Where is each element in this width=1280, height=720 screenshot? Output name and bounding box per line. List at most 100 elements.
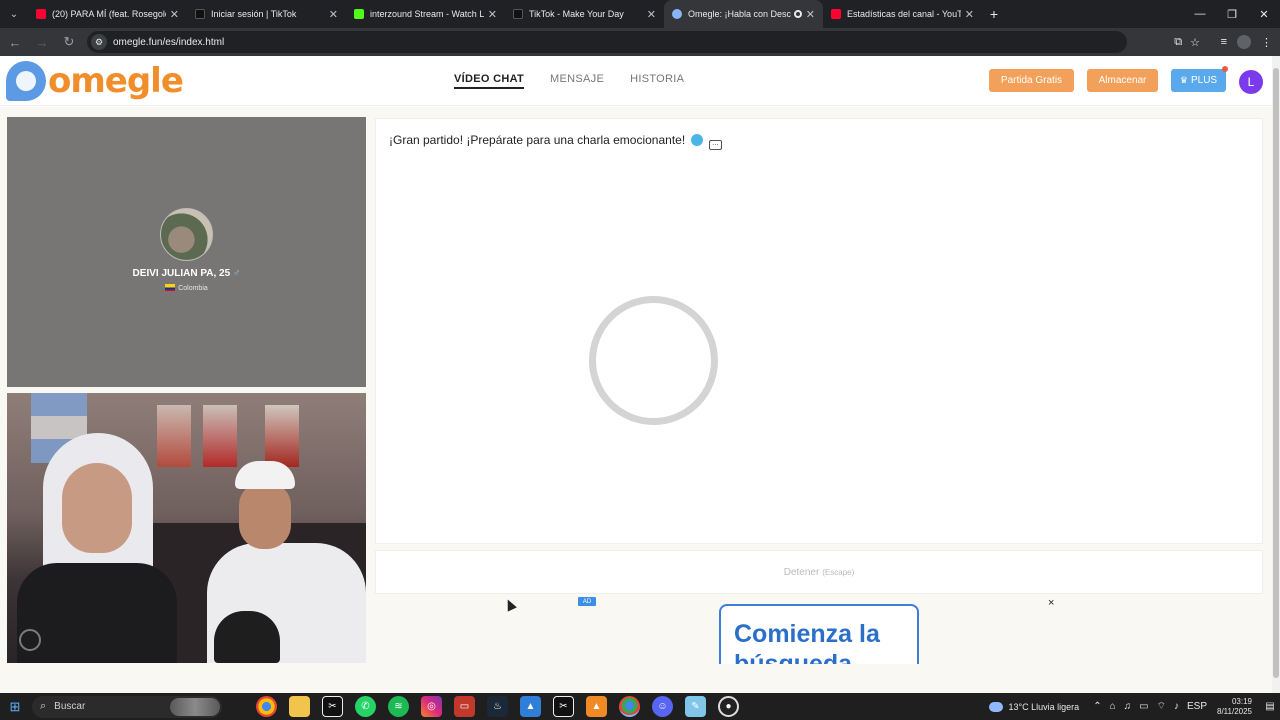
network-icon[interactable]: ⌂ [1110, 701, 1116, 712]
omnibox-actions: ⧉ ☆ [1174, 28, 1200, 56]
user-avatar[interactable]: L [1239, 70, 1263, 94]
wall-poster [157, 405, 191, 467]
restore-icon[interactable]: ❐ [1216, 0, 1248, 28]
chrome-active-icon[interactable] [619, 696, 640, 717]
person-left-face [62, 463, 132, 553]
plus-button[interactable]: ♛ PLUS [1171, 66, 1228, 92]
ad-card[interactable]: Comienza la búsqueda [719, 604, 919, 664]
crown-icon: ♛ [1179, 75, 1188, 85]
forward-icon[interactable]: → [30, 30, 54, 54]
ad-badge: AD [578, 597, 596, 606]
page-scrollbar[interactable] [1272, 56, 1280, 693]
instagram-icon[interactable]: ◎ [421, 696, 442, 717]
self-webcam-video [7, 393, 366, 663]
omnibox[interactable]: ⚙ omegle.fun/es/index.html [87, 31, 1127, 53]
install-app-icon[interactable]: ⧉ [1174, 36, 1182, 49]
minimize-icon[interactable]: — [1184, 0, 1216, 28]
close-tab-icon[interactable]: ✕ [965, 8, 974, 21]
site-header: omegle VÍDEO CHAT MENSAJE HISTORIA Parti… [0, 56, 1272, 106]
notification-icon[interactable]: ▤ [1260, 701, 1280, 712]
globe-emoji-icon [690, 134, 703, 146]
tiktok-icon [195, 9, 205, 19]
more-menu-icon[interactable]: ⋮ [1261, 36, 1272, 49]
browser-tab[interactable]: TikTok - Make Your Day ✕ [505, 0, 664, 28]
obs-icon[interactable]: ● [718, 696, 739, 717]
tab-list-icon[interactable]: ≡ [1221, 36, 1227, 48]
stranger-avatar [160, 208, 213, 261]
red-app-icon[interactable]: ▭ [454, 696, 475, 717]
scrollbar-thumb[interactable] [1273, 68, 1279, 678]
ad-close-icon[interactable]: × [1048, 597, 1054, 609]
partida-gratis-button[interactable]: Partida Gratis [989, 69, 1074, 92]
system-tray: 13°C Lluvia ligera ⌃ ⌂ ♫ ▭ ⌔ ♪ ESP 03:19… [988, 693, 1280, 720]
photos-icon[interactable]: ▲ [520, 696, 541, 717]
close-tab-icon[interactable]: ✕ [488, 8, 497, 21]
tab-search-icon[interactable]: ⌄ [0, 0, 28, 28]
browser-tab[interactable]: interzound Stream - Watch Liv ✕ [346, 0, 505, 28]
file-explorer-icon[interactable] [289, 696, 310, 717]
nav-video-chat[interactable]: VÍDEO CHAT [454, 73, 525, 89]
omegle-icon [672, 9, 682, 19]
browser-tab-active[interactable]: Omegle: ¡Habla con Descon ✕ [664, 0, 823, 28]
window-controls: — ❐ ✕ [1184, 0, 1280, 28]
chevron-up-icon[interactable]: ⌃ [1093, 701, 1101, 712]
site-info-icon[interactable]: ⚙ [91, 34, 107, 50]
stop-hint: (Escape) [822, 567, 855, 577]
close-window-icon[interactable]: ✕ [1248, 0, 1280, 28]
search-placeholder: Buscar [54, 701, 86, 712]
capcut-2-icon[interactable]: ✂ [553, 696, 574, 717]
webcam-watermark-icon [19, 629, 41, 651]
taskbar-search[interactable]: ⌕ Buscar [32, 695, 222, 718]
close-tab-icon[interactable]: ✕ [806, 8, 815, 21]
notepad-icon[interactable]: ✎ [685, 696, 706, 717]
weather-widget[interactable]: 13°C Lluvia ligera [988, 701, 1080, 712]
logo-text: omegle [48, 61, 184, 101]
mic-icon[interactable]: ♫ [1124, 701, 1132, 712]
whatsapp-icon[interactable]: ✆ [355, 696, 376, 717]
address-bar-row: ← → ↻ ⚙ omegle.fun/es/index.html ⧉ ☆ ≡ ⋮ [0, 28, 1280, 56]
weather-text: 13°C Lluvia ligera [1008, 701, 1080, 712]
profile-icon[interactable] [1237, 35, 1251, 49]
close-tab-icon[interactable]: ✕ [170, 8, 179, 21]
language-indicator[interactable]: ESP [1187, 701, 1207, 712]
stranger-name: DEIVI JULIAN PA, 25 [132, 268, 231, 279]
close-tab-icon[interactable]: ✕ [329, 8, 338, 21]
ad-headline: Comienza la [734, 620, 880, 648]
clock-time: 03:19 [1231, 696, 1252, 706]
nav-mensaje[interactable]: MENSAJE [550, 73, 604, 89]
chrome-icon[interactable] [256, 696, 277, 717]
reload-icon[interactable]: ↻ [57, 30, 81, 54]
capcut-icon[interactable]: ✂ [322, 696, 343, 717]
steam-icon[interactable]: ♨ [487, 696, 508, 717]
close-tab-icon[interactable]: ✕ [647, 8, 656, 21]
person-left [17, 563, 177, 663]
tab-title: Iniciar sesión | TikTok [211, 9, 297, 19]
discord-icon[interactable]: ☺ [652, 696, 673, 717]
vlc-icon[interactable]: ▲ [586, 696, 607, 717]
url-text[interactable]: omegle.fun/es/index.html [113, 37, 224, 48]
clock[interactable]: 03:19 8/11/2025 [1217, 697, 1252, 717]
new-tab-icon[interactable]: + [982, 6, 1006, 22]
browser-tab[interactable]: Iniciar sesión | TikTok ✕ [187, 0, 346, 28]
windows-start-icon[interactable]: ⊞ [0, 693, 30, 720]
wifi-icon[interactable]: ⌔ [1157, 700, 1166, 713]
wall-poster [203, 405, 237, 467]
volume-icon[interactable]: ♪ [1174, 701, 1179, 712]
spotify-icon[interactable]: ≋ [388, 696, 409, 717]
omegle-logo[interactable]: omegle [6, 61, 184, 101]
stop-button[interactable]: Detener (Escape) [375, 550, 1263, 594]
browser-tab[interactable]: (20) PARA MÍ (feat. Rosegold) ✕ [28, 0, 187, 28]
display-icon[interactable]: ▭ [1139, 701, 1148, 712]
almacenar-button[interactable]: Almacenar [1087, 69, 1158, 92]
bookmark-star-icon[interactable]: ☆ [1190, 36, 1200, 49]
stranger-country-row: Colombia [7, 284, 366, 292]
person-right-face [239, 483, 291, 549]
colombia-flag-icon [165, 284, 176, 291]
main-nav: VÍDEO CHAT MENSAJE HISTORIA [454, 73, 684, 89]
taskbar-apps: ✂ ✆ ≋ ◎ ▭ ♨ ▲ ✂ ▲ ☺ ✎ ● [256, 696, 739, 717]
nav-historia[interactable]: HISTORIA [630, 73, 684, 89]
system-message-text: ¡Gran partido! ¡Prepárate para una charl… [389, 133, 686, 147]
stop-label: Detener [783, 566, 820, 578]
browser-tab[interactable]: Estadísticas del canal - YouTub ✕ [823, 0, 982, 28]
back-icon[interactable]: ← [3, 30, 27, 54]
